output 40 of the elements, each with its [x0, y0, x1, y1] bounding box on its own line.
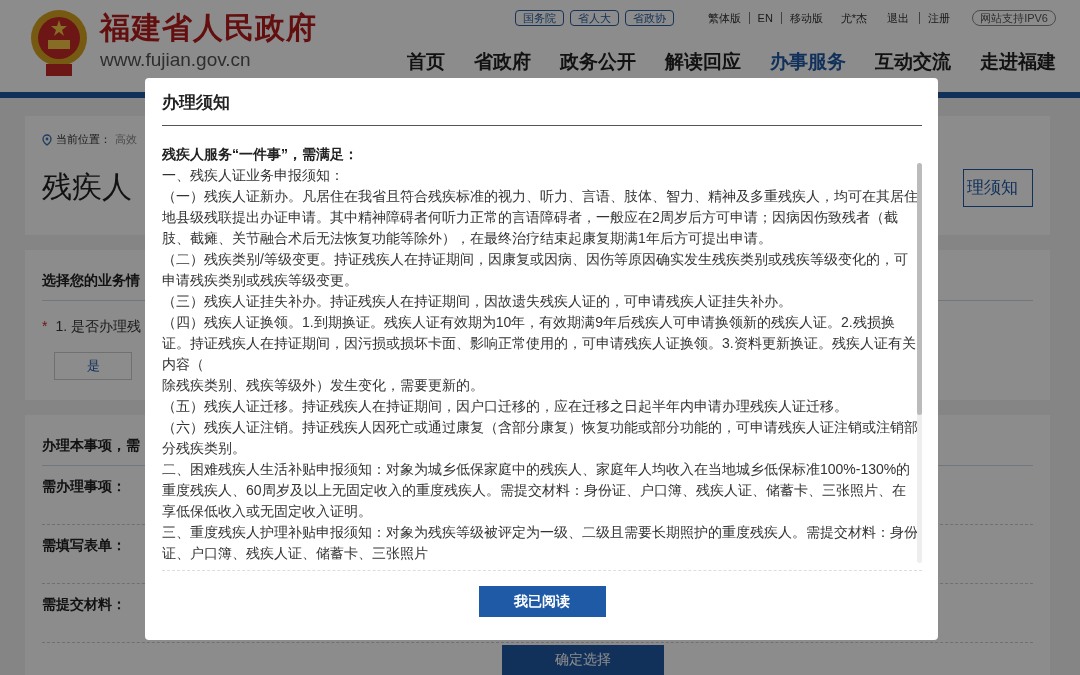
nav-item[interactable]: 解读回应 — [665, 49, 741, 75]
nav-item[interactable]: 互动交流 — [875, 49, 951, 75]
notice-paragraph: 三、重度残疾人护理补贴申报须知：对象为残疾等级被评定为一级、二级且需要长期照护的重度残疾人。需提交材料：身份证、户口簿、残疾人证、储蓄卡、三张照片 — [162, 523, 918, 563]
notice-paragraph: 一、残疾人证业务申报须知： — [162, 166, 345, 185]
confirm-button[interactable]: 确定选择 — [501, 645, 664, 675]
top-link[interactable]: 省人大 — [569, 10, 619, 26]
register-link[interactable]: 注册 — [919, 12, 959, 24]
notice-paragraph: （五）残疾人证迁移。持证残疾人在持证期间，因户口迁移的，应在迁移之日起半年内申请办理残疾人证迁移。 — [162, 397, 849, 416]
top-link[interactable]: 国务院 — [514, 10, 564, 26]
nav-item[interactable]: 省政府 — [474, 49, 531, 75]
location-pin-icon — [42, 133, 52, 146]
breadcrumb-link[interactable]: 高效 — [115, 132, 137, 147]
site-url: www.fujian.gov.cn — [100, 48, 252, 72]
notice-paragraph: （四）残疾人证换领。1.到期换证。残疾人证有效期为10年，有效期满9年后残疾人可申请换领新的残疾人证。2.残损换证。持证残疾人在持证期间，因污损或损坏卡面、影响正常使用的，可申请残疾人证换领。3.资料更新换证。残疾人证有关内容（ — [162, 313, 917, 374]
scrollbar[interactable] — [917, 163, 922, 563]
required-mark: * — [42, 318, 48, 336]
logout-link[interactable]: 退出 — [877, 12, 920, 24]
top-link[interactable]: EN — [748, 12, 781, 24]
site-title: 福建省人民政府 — [100, 10, 317, 46]
breadcrumb-label: 当前位置： — [56, 132, 111, 147]
notice-paragraph: （一）残疾人证新办。凡居住在我省且符合残疾标准的视力、听力、言语、肢体、智力、精神及多重残疾人，均可在其居住地县级残联提出办证申请。其中精神障碍者何听力正常的言语障碍者，一般应在2周岁后方可申请；因病因伤致残者（截肢、截瘫、关节融合术后无法恢复功能等除外），在最终治疗结束起康复期满1年后方可提出申请。 — [162, 187, 918, 248]
modal-title: 办理须知 — [162, 78, 922, 126]
user-name[interactable]: 尤*杰 — [830, 12, 878, 24]
emblem-icon — [28, 8, 90, 78]
read-button[interactable]: 我已阅读 — [478, 586, 606, 617]
notice-paragraph: （六）残疾人证注销。持证残疾人因死亡或通过康复（含部分康复）恢复功能或部分功能的，可申请残疾人证注销或注销部分残疾类别。 — [162, 418, 918, 458]
nav-item[interactable]: 政务公开 — [560, 49, 636, 75]
notice-button[interactable]: 理须知 — [963, 168, 1033, 207]
notice-heading: 残疾人服务“一件事”，需满足： — [162, 145, 359, 164]
page-title: 残疾人 — [42, 169, 132, 205]
nav-item[interactable]: 办事服务 — [770, 49, 846, 75]
notice-paragraph: 除残疾类别、残疾等级外）发生变化，需要更新的。 — [162, 376, 485, 395]
question-text: 1. 是否办理残 — [55, 318, 142, 336]
top-link[interactable]: 移动版 — [780, 12, 831, 24]
top-link[interactable]: 省政协 — [624, 10, 674, 26]
notice-paragraph: （二）残疾类别/等级变更。持证残疾人在持证期间，因康复或因病、因伤等原因确实发生残疾类别或残疾等级变化的，可申请残疾类别或残疾等级变更。 — [162, 250, 909, 290]
nav-item[interactable]: 首页 — [407, 49, 445, 75]
nav-item[interactable]: 走进福建 — [980, 49, 1056, 75]
top-link[interactable]: 繁体版 — [699, 12, 749, 24]
answer-button[interactable]: 是 — [54, 352, 132, 380]
